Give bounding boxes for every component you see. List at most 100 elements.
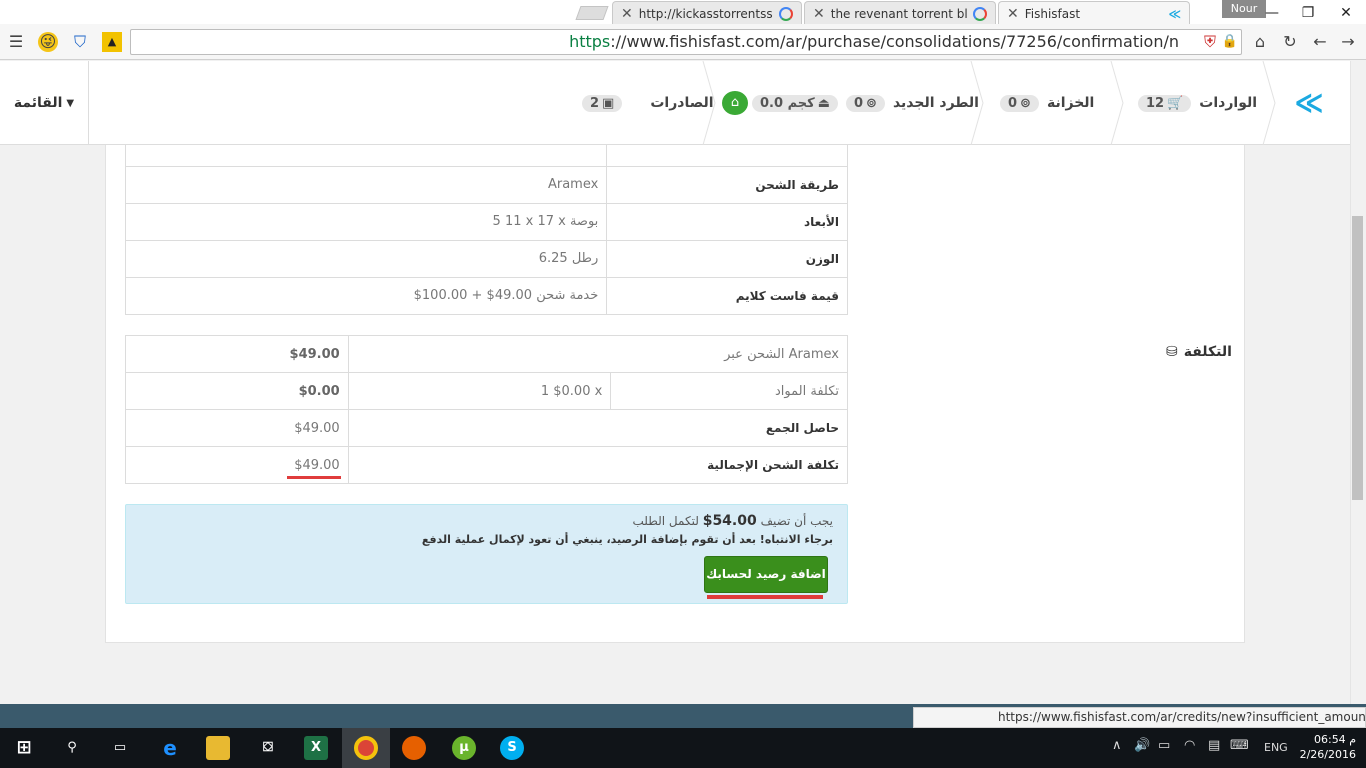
shipping-method-label: طريقة الشحن (606, 165, 848, 204)
menu-dropdown[interactable]: القائمة ▼ (0, 61, 89, 145)
windows-start-icon[interactable]: ⊞ (12, 736, 36, 760)
weight-icon: ⏏ (817, 95, 830, 111)
shipping-cost-label: الشحن عبر Aramex (347, 335, 849, 373)
battery-icon[interactable]: ▭ (1158, 738, 1170, 753)
highlight-underline (287, 476, 341, 479)
extension-icon[interactable]: ▲ (102, 32, 122, 52)
skype-icon[interactable]: S (500, 736, 524, 760)
google-icon (779, 6, 793, 21)
firefox-icon[interactable] (402, 736, 426, 760)
lock-icon[interactable]: 🔒 (1220, 32, 1240, 52)
cost-heading: ⛁ التكلفة (1166, 344, 1232, 360)
action-center-icon[interactable]: ▤ (1208, 738, 1220, 753)
close-icon[interactable]: ✕ (621, 6, 633, 22)
new-tab-button[interactable] (575, 6, 609, 20)
table-row: 6.25 رطل الوزن (124, 239, 848, 278)
edge-icon[interactable]: e (158, 736, 182, 760)
table-row: Aramex طريقة الشحن (124, 165, 848, 204)
close-icon[interactable]: ✕ (1007, 6, 1019, 22)
storage-count-badge: 0 ⊚ (1000, 94, 1039, 112)
close-window-icon[interactable]: ✕ (1328, 2, 1364, 24)
table-row (124, 145, 848, 167)
table-row: $0.00 1 $0.00 x تكلفة المواد (125, 372, 848, 410)
home-icon[interactable]: ⌂ (1250, 32, 1270, 52)
restore-icon[interactable]: ❐ (1290, 2, 1326, 24)
utorrent-icon[interactable]: µ (452, 736, 476, 760)
wifi-icon[interactable]: ◠ (1184, 738, 1195, 753)
volume-icon[interactable]: 🔊 (1134, 738, 1150, 753)
materials-cost-value: $0.00 (125, 372, 349, 410)
add-credit-button[interactable]: اضافة رصيد لحسابك (704, 556, 828, 593)
tab-strip: ✕ http://kickasstorrentsso.co ✕ the reve… (0, 0, 1366, 25)
materials-qty: 1 $0.00 x (347, 372, 612, 410)
tab-fishisfast[interactable]: ✕ Fishisfast ≪ (998, 1, 1190, 25)
table-row: $49.00 حاصل الجمع (125, 409, 849, 447)
shipment-details-table: Aramex طريقة الشحن 5 11 x 17 x بوصة الأب… (124, 145, 848, 315)
forward-icon[interactable]: → (1338, 32, 1358, 52)
site-shield-icon[interactable]: ⛨ (1200, 32, 1220, 52)
table-row: $49.00 تكلفة الشحن الإجمالية (125, 446, 849, 484)
caret-down-icon: ▼ (66, 97, 75, 109)
subtotal-value: $49.00 (125, 409, 349, 447)
minimize-icon[interactable]: — (1254, 2, 1290, 24)
reload-icon[interactable]: ↻ (1280, 32, 1300, 52)
new-parcel-count-badge: 0 ⊚ (845, 94, 885, 112)
shipping-cost-value: $49.00 (125, 335, 349, 373)
weight-label: الوزن (606, 239, 848, 278)
outgoing-count-badge: 2 ▣ (582, 94, 623, 112)
subtotal-label: حاصل الجمع (347, 409, 849, 447)
warehouse-icon[interactable]: ⌂ (722, 91, 748, 115)
table-row: $49.00 الشحن عبر Aramex (125, 335, 849, 373)
dimensions-value: 5 11 x 17 x بوصة (124, 202, 608, 241)
windows-taskbar: ⊞ ⚲ ▭ e ⛋ X µ S ∧ 🔊 ▭ ◠ ▤ ⌨ ENG 06:54 م … (0, 728, 1366, 768)
tab-kickass[interactable]: ✕ http://kickasstorrentsso.co (612, 1, 802, 25)
coins-icon: ⛁ (1166, 344, 1178, 360)
alert-line-2: برجاء الانتباه! بعد أن تقوم بإضافة الرصي… (421, 533, 833, 546)
nav-outgoing[interactable]: 2 ▣ الصادرات (582, 61, 714, 145)
total-cost-label: تكلفة الشحن الإجمالية (347, 446, 849, 484)
insufficient-balance-alert: يجب أن تضيف 54.00$ لتكمل الطلب برجاء الا… (125, 504, 848, 604)
incoming-count-badge: 12 🛒 (1138, 94, 1192, 112)
shield-extension-icon[interactable]: ⛉ (70, 32, 90, 52)
chrome-icon[interactable] (354, 736, 378, 760)
tray-chevron-icon[interactable]: ∧ (1112, 738, 1122, 753)
nav-incoming[interactable]: 12 🛒 الواردات (1138, 61, 1257, 145)
nav-divider (1110, 60, 1124, 146)
fishisfast-logo-icon[interactable]: ≪ (1293, 87, 1325, 119)
system-clock[interactable]: 06:54 م 2/26/2016 (1300, 732, 1356, 762)
box-icon: ⊚ (866, 95, 877, 111)
close-icon[interactable]: ✕ (813, 6, 825, 22)
search-icon[interactable]: ⚲ (60, 736, 84, 760)
fastclaim-value: $100.00 + $49.00 خدمة شحن (124, 276, 608, 315)
status-bar-url: https://www.fishisfast.com/ar/credits/ne… (913, 707, 1366, 728)
dimensions-label: الأبعاد (606, 202, 848, 241)
site-header: ≪ 12 🛒 الواردات 0 ⊚ الخزانة 0.0 كجم ⏏ 0 ⊚ ال… (0, 60, 1366, 146)
emoji-extension-icon[interactable]: 😜 (38, 32, 58, 52)
nav-storage[interactable]: 0 ⊚ الخزانة (1000, 61, 1094, 145)
weight-value: 6.25 رطل (124, 239, 608, 278)
language-indicator[interactable]: ENG (1264, 741, 1288, 754)
table-row: 5 11 x 17 x بوصة الأبعاد (124, 202, 848, 241)
file-explorer-icon[interactable] (206, 736, 230, 760)
fastclaim-label: قيمة فاست كلايم (606, 276, 848, 315)
address-bar[interactable]: https://www.fishisfast.com/ar/purchase/c… (130, 29, 1242, 55)
fishisfast-favicon: ≪ (1168, 6, 1181, 21)
back-icon[interactable]: ← (1310, 32, 1330, 52)
weight-badge: 0.0 كجم ⏏ (752, 94, 838, 112)
google-icon (973, 6, 987, 21)
hamburger-menu-icon[interactable]: ☰ (6, 32, 26, 52)
tab-revenant[interactable]: ✕ the revenant torrent blura (804, 1, 996, 25)
cost-table: $49.00 الشحن عبر Aramex $0.00 1 $0.00 x … (125, 335, 849, 484)
package-icon: ▣ (602, 95, 615, 111)
shipping-method-value: Aramex (124, 165, 608, 204)
scrollbar-thumb[interactable] (1352, 216, 1363, 500)
task-view-icon[interactable]: ▭ (108, 736, 132, 760)
alert-line-1: يجب أن تضيف 54.00$ لتكمل الطلب (632, 513, 833, 529)
highlight-underline (707, 595, 823, 599)
nav-divider (1262, 60, 1276, 146)
nav-new-parcel[interactable]: 0.0 كجم ⏏ 0 ⊚ الطرد الجديد (752, 61, 979, 145)
safe-icon: ⊚ (1020, 95, 1031, 111)
keyboard-icon[interactable]: ⌨ (1230, 738, 1249, 753)
store-icon[interactable]: ⛋ (256, 736, 280, 760)
excel-icon[interactable]: X (304, 736, 328, 760)
